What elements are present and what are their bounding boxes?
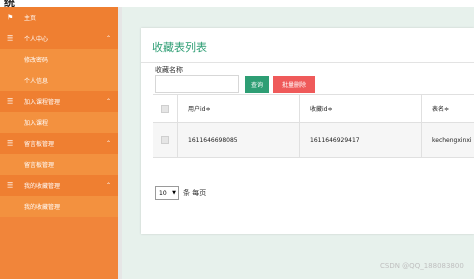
watermark: CSDN @QQ_188083800 [380,262,464,270]
sidebar-item-label: 加入课程 [24,120,49,127]
sidebar-item-message-board-manage[interactable]: 留言板管理 [0,154,118,175]
sidebar-item-label: 主页 [24,15,37,22]
chevron-up-icon: ⌃ [105,35,111,42]
sidebar-item-message-board[interactable]: ☰ 留言板管理 ⌃ [0,133,118,154]
query-button[interactable]: 查询 [245,76,269,93]
sidebar-item-change-password[interactable]: 修改密码 [0,49,118,70]
sidebar-item-label: 个人中心 [24,36,49,43]
sidebar-item-favorites[interactable]: ☰ 我的收藏管理 ⌃ [0,175,118,196]
sidebar-item-course-management[interactable]: ☰ 加入课程管理 ⌃ [0,91,118,112]
table-row: 1611646698085 1611646929417 kechengxinxi [153,123,474,158]
table-header-row: 用户id≑ 收藏id≑ 表名≑ [153,95,474,123]
select-all-checkbox[interactable] [161,104,169,113]
sidebar-item-label: 留言板管理 [24,141,55,148]
title-divider [141,62,474,63]
search-input[interactable] [155,75,239,93]
flag-icon: ⚑ [7,13,14,21]
page-size-suffix: 条 每页 [183,189,207,197]
column-header-user-id[interactable]: 用户id≑ [177,95,299,122]
sidebar-item-label: 我的收藏管理 [24,204,61,211]
page-size-select[interactable]: 10 ▼ [155,186,179,200]
search-label: 收藏名称 [155,66,183,74]
column-header-table-name[interactable]: 表名≑ [421,95,474,122]
sidebar-item-label: 个人信息 [24,78,49,85]
row-checkbox[interactable] [161,136,169,144]
sidebar-item-personal-info[interactable]: 个人信息 [0,70,118,91]
sidebar-item-home[interactable]: ⚑ 主页 [0,7,118,28]
menu-icon: ☰ [7,181,14,189]
menu-icon: ☰ [7,97,14,105]
chevron-up-icon: ⌃ [105,182,111,189]
sidebar: ⚑ 主页 ☰ 个人中心 ⌃ 修改密码 个人信息 ☰ 加入课程管理 ⌃ 加入课程 … [0,7,118,279]
window-title-strip: 统 [0,0,474,9]
sidebar-item-label: 加入课程管理 [24,99,61,106]
select-all-cell [153,95,177,122]
list-card: 收藏表列表 收藏名称 查询 批量删除 用户id≑ 收藏id≑ 表名≑ 16116… [141,28,474,234]
sidebar-item-personal-center[interactable]: ☰ 个人中心 ⌃ [0,28,118,49]
batch-delete-button[interactable]: 批量删除 [273,76,315,93]
chevron-up-icon: ⌃ [105,140,111,147]
page-size-value: 10 [159,189,167,197]
sidebar-item-favorites-manage[interactable]: 我的收藏管理 [0,196,118,217]
cell-table-name: kechengxinxi [421,123,474,157]
sidebar-item-label: 留言板管理 [24,162,55,169]
chevron-down-icon: ▼ [172,190,176,196]
menu-icon: ☰ [7,139,14,147]
favorites-table: 用户id≑ 收藏id≑ 表名≑ 1611646698085 1611646929… [153,94,474,183]
cell-user-id: 1611646698085 [177,123,299,157]
menu-icon: ☰ [7,34,14,42]
sidebar-item-label: 修改密码 [24,57,49,64]
column-header-favorite-id[interactable]: 收藏id≑ [299,95,421,122]
pagination: 10 ▼ 条 每页 [155,186,206,200]
chevron-up-icon: ⌃ [105,98,111,105]
page-title: 收藏表列表 [152,41,207,54]
sidebar-item-join-course[interactable]: 加入课程 [0,112,118,133]
cell-favorite-id: 1611646929417 [299,123,421,157]
sidebar-item-label: 我的收藏管理 [24,183,61,190]
row-select-cell [153,123,177,157]
